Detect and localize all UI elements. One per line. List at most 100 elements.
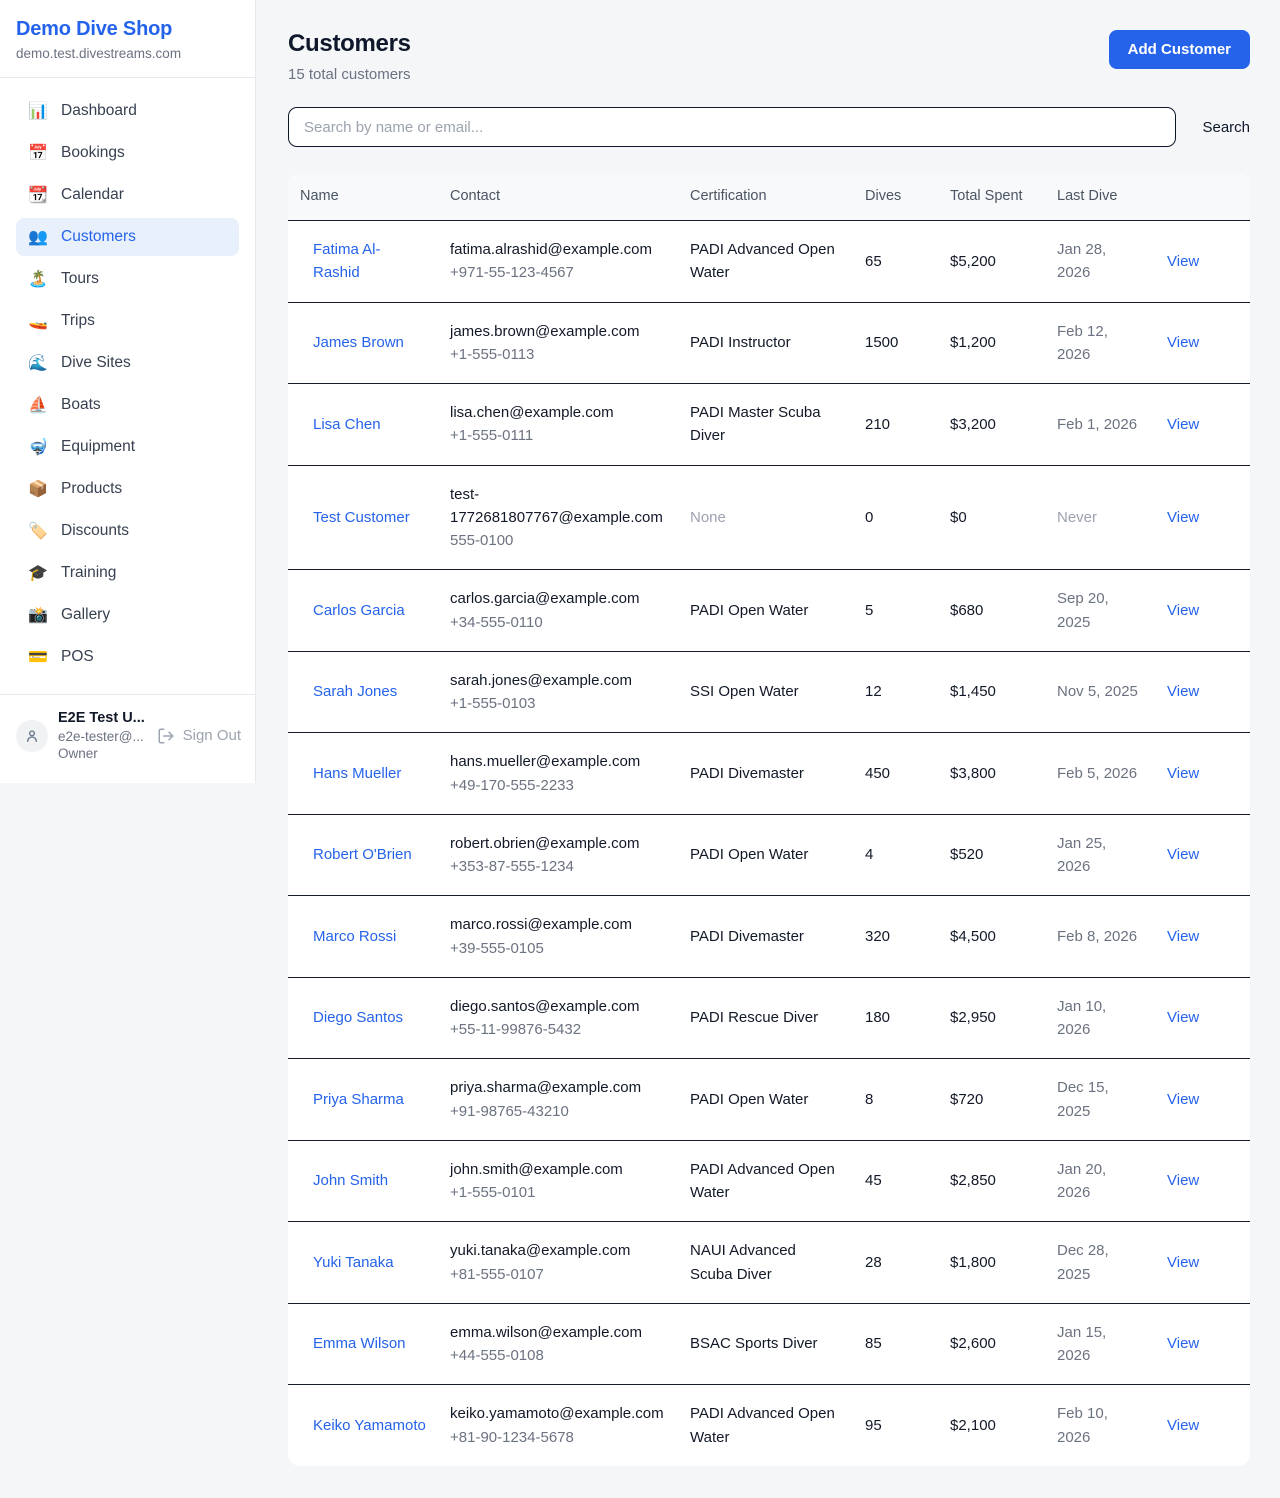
customer-last-dive: Jan 20, 2026 [1045,1140,1155,1222]
sidebar-item-dive-sites[interactable]: 🌊 Dive Sites [16,344,239,382]
sidebar-item-label: Calendar [61,186,124,204]
view-link[interactable]: View [1167,928,1199,945]
customer-name-link[interactable]: Carlos Garcia [313,602,405,619]
customer-name-link[interactable]: James Brown [313,334,404,351]
search-button[interactable]: Search [1202,119,1250,136]
customer-name-link[interactable]: Fatima Al-Rashid [313,241,381,281]
view-link[interactable]: View [1167,334,1199,351]
customer-dives: 1500 [853,302,938,384]
view-link[interactable]: View [1167,602,1199,619]
customer-certification: SSI Open Water [678,651,853,733]
user-name: E2E Test U... [58,709,147,728]
page-header: Customers 15 total customers Add Custome… [288,30,1250,83]
sidebar-item-gallery[interactable]: 📸 Gallery [16,596,239,634]
customer-name-link[interactable]: Emma Wilson [313,1335,406,1352]
wave-icon: 🌊 [28,353,48,373]
view-link[interactable]: View [1167,253,1199,270]
view-link[interactable]: View [1167,1335,1199,1352]
customer-total-spent: $5,200 [938,221,1045,303]
view-link[interactable]: View [1167,1172,1199,1189]
customer-total-spent: $1,800 [938,1222,1045,1304]
view-link[interactable]: View [1167,509,1199,526]
customer-dives: 85 [853,1303,938,1385]
customer-phone: +34-555-0110 [450,611,666,634]
person-icon [24,728,40,744]
sidebar-item-dashboard[interactable]: 📊 Dashboard [16,92,239,130]
sidebar-item-bookings[interactable]: 📅 Bookings [16,134,239,172]
customer-email: fatima.alrashid@example.com [450,238,666,261]
customer-certification: PADI Advanced Open Water [678,1140,853,1222]
customer-last-dive: Nov 5, 2025 [1045,651,1155,733]
sidebar-item-discounts[interactable]: 🏷️ Discounts [16,512,239,550]
view-link[interactable]: View [1167,846,1199,863]
customer-dives: 12 [853,651,938,733]
customer-name-link[interactable]: Sarah Jones [313,683,397,700]
sidebar-item-calendar[interactable]: 📆 Calendar [16,176,239,214]
customer-name-link[interactable]: Yuki Tanaka [313,1254,394,1271]
customer-name-link[interactable]: Priya Sharma [313,1091,404,1108]
sidebar-item-trips[interactable]: 🚤 Trips [16,302,239,340]
sidebar-item-tours[interactable]: 🏝️ Tours [16,260,239,298]
customer-last-dive: Dec 28, 2025 [1045,1222,1155,1304]
table-row: Carlos Garcia carlos.garcia@example.com … [288,570,1250,652]
customer-phone: +81-555-0107 [450,1263,666,1286]
customer-email: yuki.tanaka@example.com [450,1239,666,1262]
graduation-cap-icon: 🎓 [28,563,48,583]
credit-card-icon: 💳 [28,647,48,667]
customer-certification: PADI Instructor [678,302,853,384]
view-link[interactable]: View [1167,416,1199,433]
column-header: Contact [438,173,678,221]
customer-name-link[interactable]: Keiko Yamamoto [313,1417,426,1434]
customer-name-link[interactable]: Hans Mueller [313,765,401,782]
customer-name-link[interactable]: John Smith [313,1172,388,1189]
tear-off-calendar-icon: 📆 [28,185,48,205]
view-link[interactable]: View [1167,765,1199,782]
search-input[interactable] [288,107,1176,147]
customer-certification: None [678,465,853,570]
brand: Demo Dive Shop demo.test.divestreams.com [0,0,255,78]
customer-email: emma.wilson@example.com [450,1321,666,1344]
customer-name-link[interactable]: Diego Santos [313,1009,403,1026]
column-header: Name [288,173,438,221]
customer-name-link[interactable]: Marco Rossi [313,928,396,945]
view-link[interactable]: View [1167,1254,1199,1271]
brand-name: Demo Dive Shop [16,18,239,41]
customer-name-link[interactable]: Test Customer [313,509,410,526]
customer-name-link[interactable]: Robert O'Brien [313,846,412,863]
view-link[interactable]: View [1167,683,1199,700]
customer-dives: 210 [853,384,938,466]
sidebar-item-training[interactable]: 🎓 Training [16,554,239,592]
customer-phone: +91-98765-43210 [450,1100,666,1123]
island-icon: 🏝️ [28,269,48,289]
speedboat-icon: 🚤 [28,311,48,331]
view-link[interactable]: View [1167,1417,1199,1434]
customer-dives: 4 [853,814,938,896]
customer-total-spent: $3,800 [938,733,1045,815]
customer-total-spent: $2,600 [938,1303,1045,1385]
customer-name-link[interactable]: Lisa Chen [313,416,381,433]
view-link[interactable]: View [1167,1009,1199,1026]
table-row: Yuki Tanaka yuki.tanaka@example.com +81-… [288,1222,1250,1304]
customer-email: hans.mueller@example.com [450,750,666,773]
sidebar-item-products[interactable]: 📦 Products [16,470,239,508]
sidebar-item-customers[interactable]: 👥 Customers [16,218,239,256]
customer-certification: NAUI Advanced Scuba Diver [678,1222,853,1304]
sidebar-item-pos[interactable]: 💳 POS [16,638,239,676]
sidebar: Demo Dive Shop demo.test.divestreams.com… [0,0,256,783]
customer-dives: 5 [853,570,938,652]
view-link[interactable]: View [1167,1091,1199,1108]
sidebar-item-equipment[interactable]: 🤿 Equipment [16,428,239,466]
tag-icon: 🏷️ [28,521,48,541]
add-customer-button[interactable]: Add Customer [1109,30,1250,69]
customer-last-dive: Jan 28, 2026 [1045,221,1155,303]
sign-out-button[interactable]: Sign Out [157,727,241,745]
sidebar-item-label: Boats [61,396,101,414]
customer-phone: +971-55-123-4567 [450,261,666,284]
customer-last-dive: Dec 15, 2025 [1045,1059,1155,1141]
table-row: James Brown james.brown@example.com +1-5… [288,302,1250,384]
sidebar-item-boats[interactable]: ⛵ Boats [16,386,239,424]
customer-last-dive: Feb 12, 2026 [1045,302,1155,384]
main-content: Customers 15 total customers Add Custome… [256,0,1280,1498]
customer-last-dive: Feb 10, 2026 [1045,1385,1155,1466]
sidebar-item-label: Gallery [61,606,110,624]
